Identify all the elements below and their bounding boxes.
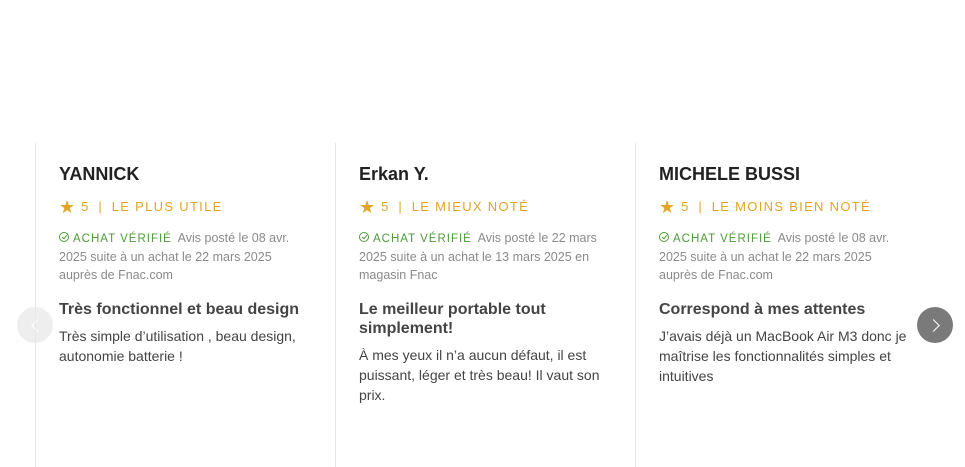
review-body: Très simple d’utilisation , beau design,… bbox=[59, 328, 296, 364]
review-author: MICHELE BUSSI bbox=[659, 164, 801, 184]
rating-separator: | bbox=[698, 199, 702, 214]
check-circle-icon bbox=[359, 232, 369, 242]
review-card: MICHELE BUSSI ★ 5 | Le moins bien noté A… bbox=[635, 143, 935, 467]
star-icon: ★ bbox=[59, 197, 76, 217]
check-circle-icon bbox=[59, 232, 69, 242]
review-author: YANNICK bbox=[59, 164, 140, 184]
star-icon: ★ bbox=[359, 197, 376, 217]
review-title: Correspond à mes attentes bbox=[659, 301, 866, 318]
rating-score: 5 bbox=[681, 199, 689, 214]
review-title: Le meilleur portable tout simplement! bbox=[359, 301, 546, 337]
review-card: YANNICK ★ 5 | Le plus utile Achat vérifi… bbox=[35, 143, 335, 467]
verified-badge: Achat vérifié bbox=[673, 233, 772, 245]
review-body: J’avais déjà un MacBook Air M3 donc je m… bbox=[659, 328, 907, 384]
review-meta: Achat vérifié Avis posté le 22 mars 2025… bbox=[359, 229, 611, 284]
rating-line: ★ 5 | Le moins bien noté bbox=[659, 197, 911, 217]
chevron-left-icon bbox=[30, 318, 44, 332]
chevron-right-icon bbox=[926, 318, 940, 332]
verified-badge: Achat vérifié bbox=[373, 233, 472, 245]
review-author: Erkan Y. bbox=[359, 164, 429, 184]
carousel-prev-button[interactable] bbox=[17, 307, 53, 343]
review-tag: Le moins bien noté bbox=[711, 199, 871, 214]
review-tag: Le mieux noté bbox=[411, 199, 530, 214]
review-title: Très fonctionnel et beau design bbox=[59, 301, 300, 318]
review-meta: Achat vérifié Avis posté le 08 avr. 2025… bbox=[59, 229, 311, 284]
check-circle-icon bbox=[659, 232, 669, 242]
rating-separator: | bbox=[98, 199, 102, 214]
carousel-next-button[interactable] bbox=[917, 307, 953, 343]
verified-badge: Achat vérifié bbox=[73, 233, 172, 245]
star-icon: ★ bbox=[659, 197, 676, 217]
rating-score: 5 bbox=[381, 199, 389, 214]
rating-line: ★ 5 | Le plus utile bbox=[59, 197, 311, 217]
rating-score: 5 bbox=[81, 199, 89, 214]
review-body: À mes yeux il n’a aucun défaut, il est p… bbox=[359, 347, 600, 403]
review-card: Erkan Y. ★ 5 | Le mieux noté Achat vérif… bbox=[335, 143, 635, 467]
reviews-carousel: YANNICK ★ 5 | Le plus utile Achat vérifi… bbox=[0, 0, 965, 467]
review-meta: Achat vérifié Avis posté le 08 avr. 2025… bbox=[659, 229, 911, 284]
review-tag: Le plus utile bbox=[111, 199, 223, 214]
rating-separator: | bbox=[398, 199, 402, 214]
rating-line: ★ 5 | Le mieux noté bbox=[359, 197, 611, 217]
